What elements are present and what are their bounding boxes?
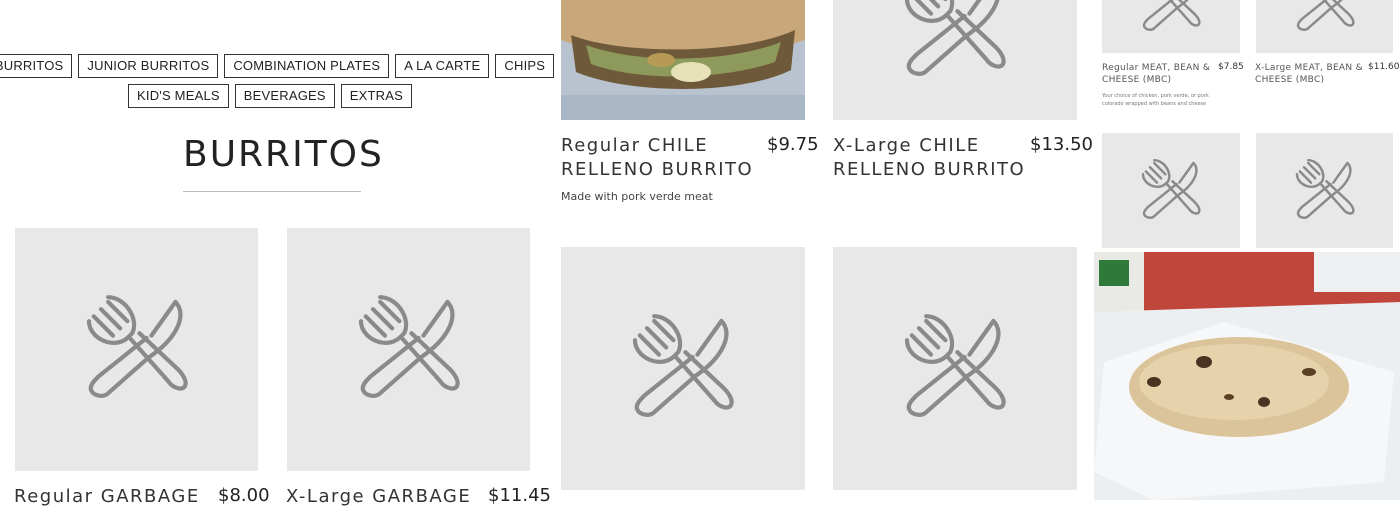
item-image-placeholder[interactable] (287, 228, 530, 471)
nav-junior-burritos-button[interactable]: JUNIOR BURRITOS (78, 54, 219, 78)
item-price: $11.45 (488, 485, 551, 506)
nav-beverages-button[interactable]: BEVERAGES (234, 84, 335, 108)
item-image-placeholder[interactable] (15, 228, 258, 471)
nav-chips-button[interactable]: CHIPS (495, 54, 555, 78)
nav-a-la-carte-button[interactable]: A LA CARTE (395, 54, 490, 78)
item-image-placeholder[interactable] (833, 247, 1077, 490)
nav-combination-plates-button[interactable]: COMBINATION PLATES (224, 54, 390, 78)
item-price: $9.75 (767, 134, 819, 155)
item-name[interactable]: X-Large CHILE RELLENO BURRITO (833, 134, 1033, 182)
item-price: $11.60 (1368, 62, 1400, 72)
fork-knife-icon (904, 313, 1006, 417)
item-name[interactable]: Regular CHILE RELLENO BURRITO (561, 134, 761, 182)
item-photo-burrito[interactable] (1094, 252, 1400, 500)
item-image-placeholder[interactable] (561, 247, 805, 490)
section-title: BURRITOS (183, 134, 384, 175)
category-nav-row: BURRITOS JUNIOR BURRITOS COMBINATION PLA… (0, 54, 555, 78)
burrito-photo (1094, 252, 1400, 500)
nav-burritos-button[interactable]: BURRITOS (0, 54, 73, 78)
item-description: Made with pork verde meat (561, 190, 713, 203)
item-photo-chile-relleno[interactable] (561, 0, 805, 120)
item-image-placeholder[interactable] (833, 0, 1077, 120)
nav-kids-meals-button[interactable]: KID'S MEALS (128, 84, 229, 108)
fork-knife-icon (1295, 158, 1355, 219)
fork-knife-icon (632, 313, 734, 417)
item-image-placeholder[interactable] (1256, 133, 1393, 248)
fork-knife-icon (1142, 0, 1201, 31)
category-nav-row: KID'S MEALS BEVERAGES EXTRAS (0, 84, 540, 108)
item-price: $8.00 (218, 485, 270, 506)
item-price: $7.85 (1218, 62, 1244, 72)
item-image-placeholder[interactable] (1256, 0, 1393, 53)
nav-extras-button[interactable]: EXTRAS (340, 84, 412, 108)
item-name[interactable]: X-Large MEAT, BEAN & CHEESE (MBC) (1255, 62, 1365, 86)
fork-knife-icon (1296, 0, 1355, 31)
fork-knife-icon (86, 294, 188, 398)
item-name[interactable]: X-Large GARBAGE (286, 485, 471, 509)
item-name[interactable]: Regular MEAT, BEAN & CHEESE (MBC) (1102, 62, 1212, 86)
fork-knife-icon (1141, 158, 1201, 219)
fork-knife-icon (905, 0, 1006, 76)
item-image-placeholder[interactable] (1102, 133, 1240, 248)
item-price: $13.50 (1030, 134, 1093, 155)
item-image-placeholder[interactable] (1102, 0, 1240, 53)
section-divider (183, 191, 361, 192)
item-name[interactable]: Regular GARBAGE (14, 485, 200, 509)
burrito-photo (561, 0, 805, 120)
item-description: Your choice of chicken, pork verde, or p… (1102, 93, 1209, 107)
category-nav: BURRITOS JUNIOR BURRITOS COMBINATION PLA… (0, 54, 555, 114)
fork-knife-icon (358, 294, 460, 398)
